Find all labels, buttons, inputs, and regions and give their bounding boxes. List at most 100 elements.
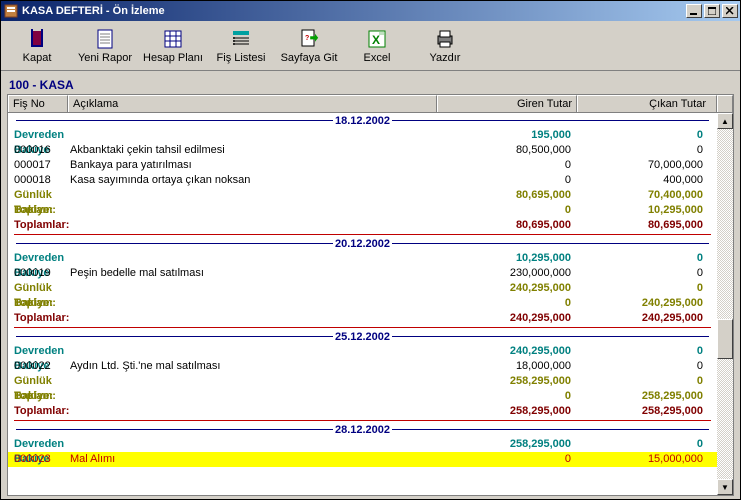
goto-icon: ? [299,28,319,50]
svg-text:X: X [372,33,380,47]
table-row[interactable]: Devreden Bakiye10,295,0000 [8,251,717,266]
cell-in: 80,695,000 [431,218,571,233]
col-out[interactable]: Çıkan Tutar [577,95,717,112]
table-row[interactable]: Toplamlar:240,295,000240,295,000 [8,311,717,326]
cell-desc [70,437,431,452]
cell-fisno: Toplamlar: [14,218,70,233]
cell-desc [70,218,431,233]
list-icon [231,28,251,50]
table-row[interactable]: Günlük Toplam:240,295,0000 [8,281,717,296]
cell-fisno: Günlük Toplam: [14,374,70,389]
cell-in: 0 [431,296,571,311]
date-label: 25.12.2002 [335,331,390,343]
table-row[interactable]: Devreden Bakiye258,295,0000 [8,437,717,452]
col-in[interactable]: Giren Tutar [437,95,577,112]
receipt-list-button[interactable]: Fiş Listesi [209,24,273,68]
table-row[interactable]: Devreden Bakiye195,0000 [8,128,717,143]
app-icon [3,3,19,19]
table-row[interactable]: Günlük Toplam: 80,695,00070,400,000 [8,188,717,203]
table-row[interactable]: Bakiye:010,295,000 [8,203,717,218]
print-button[interactable]: Yazdır [413,24,477,68]
cell-desc [70,203,431,218]
col-fisno[interactable]: Fiş No [8,95,68,112]
new-report-button[interactable]: Yeni Rapor [73,24,137,68]
excel-button[interactable]: X Excel [345,24,409,68]
cell-fisno: Devreden Bakiye [14,344,70,359]
cell-out: 258,295,000 [571,389,711,404]
col-desc[interactable]: Açıklama [68,95,437,112]
titlebar: KASA DEFTERİ - Ön İzleme [1,1,740,21]
cell-desc [70,344,431,359]
cell-in: 258,295,000 [431,404,571,419]
col-spacer [717,95,733,112]
toolbar: Kapat Yeni Rapor Hesap Planı Fiş Listesi… [1,21,740,71]
cell-desc [70,296,431,311]
cell-out: 0 [571,266,711,281]
cell-desc [70,251,431,266]
cell-out: 0 [571,437,711,452]
date-separator: 20.12.2002 [8,236,717,251]
vertical-scrollbar[interactable]: ▲ ▼ [717,113,733,495]
grid-header: Fiş No Açıklama Giren Tutar Çıkan Tutar [8,95,733,113]
cell-in: 230,000,000 [431,266,571,281]
cell-in: 258,295,000 [431,374,571,389]
cell-fisno: 000023 [14,452,70,467]
scroll-down-button[interactable]: ▼ [717,479,733,495]
cell-in: 0 [431,452,571,467]
table-row[interactable]: 000018Kasa sayımında ortaya çıkan noksan… [8,173,717,188]
cell-out: 70,400,000 [571,188,711,203]
close-toolbar-button[interactable]: Kapat [5,24,69,68]
scroll-track-upper[interactable] [717,129,733,319]
cell-desc [70,188,431,203]
table-row[interactable]: Bakiye:0258,295,000 [8,389,717,404]
maximize-button[interactable] [704,4,720,18]
close-button[interactable] [722,4,738,18]
scroll-track-lower[interactable] [717,359,733,479]
cell-fisno: Günlük Toplam: [14,281,70,296]
cell-desc: Aydın Ltd. Şti.'ne mal satılması [70,359,431,374]
cell-out: 400,000 [571,173,711,188]
table-row[interactable]: 000022Aydın Ltd. Şti.'ne mal satılması18… [8,359,717,374]
scroll-up-button[interactable]: ▲ [717,113,733,129]
cell-desc: Mal Alımı [70,452,431,467]
highlighted-row[interactable]: 000023Mal Alımı015,000,000 [8,452,717,467]
cell-desc [70,311,431,326]
cell-out: 80,695,000 [571,218,711,233]
cell-fisno: 000019 [14,266,70,281]
table-row[interactable]: Devreden Bakiye240,295,0000 [8,344,717,359]
cell-fisno: Bakiye: [14,389,70,404]
cell-fisno: Günlük Toplam: [14,188,70,203]
table-row[interactable]: 000016Akbanktaki çekin tahsil edilmesi80… [8,143,717,158]
cell-in: 80,695,000 [431,188,571,203]
section-divider [14,234,711,235]
cell-in: 80,500,000 [431,143,571,158]
section-divider [14,327,711,328]
cell-fisno: Toplamlar: [14,311,70,326]
cell-out: 15,000,000 [571,452,711,467]
cell-fisno: Bakiye: [14,296,70,311]
date-separator: 25.12.2002 [8,329,717,344]
cell-in: 195,000 [431,128,571,143]
cell-in: 240,295,000 [431,344,571,359]
minimize-button[interactable] [686,4,702,18]
cell-desc [70,128,431,143]
cell-in: 258,295,000 [431,437,571,452]
chart-plan-button[interactable]: Hesap Planı [141,24,205,68]
table-row[interactable]: Toplamlar:258,295,000258,295,000 [8,404,717,419]
exit-icon [27,28,47,50]
goto-page-button[interactable]: ? Sayfaya Git [277,24,341,68]
cell-in: 10,295,000 [431,251,571,266]
cell-fisno: Devreden Bakiye [14,251,70,266]
table-row[interactable]: Toplamlar: 80,695,00080,695,000 [8,218,717,233]
scroll-thumb[interactable] [717,319,733,359]
cell-in: 0 [431,173,571,188]
cell-out: 240,295,000 [571,296,711,311]
table-row[interactable]: Günlük Toplam:258,295,0000 [8,374,717,389]
section-divider [14,420,711,421]
cell-out: 0 [571,359,711,374]
table-row[interactable]: 000019Peşin bedelle mal satılması230,000… [8,266,717,281]
table-row[interactable]: Bakiye: 0240,295,000 [8,296,717,311]
table-row[interactable]: 000017Bankaya para yatırılması070,000,00… [8,158,717,173]
cell-in: 0 [431,203,571,218]
window-title: KASA DEFTERİ - Ön İzleme [22,5,165,17]
